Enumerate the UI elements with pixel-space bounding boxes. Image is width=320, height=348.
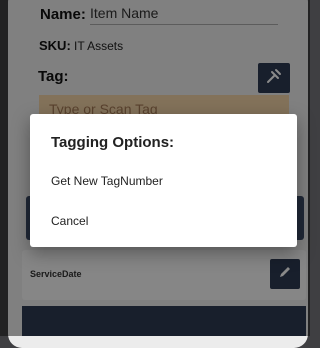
cancel-option[interactable]: Cancel (51, 209, 276, 233)
dialog-title: Tagging Options: (51, 134, 175, 151)
tagging-options-dialog: Tagging Options: Get New TagNumber Cance… (30, 114, 297, 247)
get-new-tagnumber-option[interactable]: Get New TagNumber (51, 169, 276, 193)
